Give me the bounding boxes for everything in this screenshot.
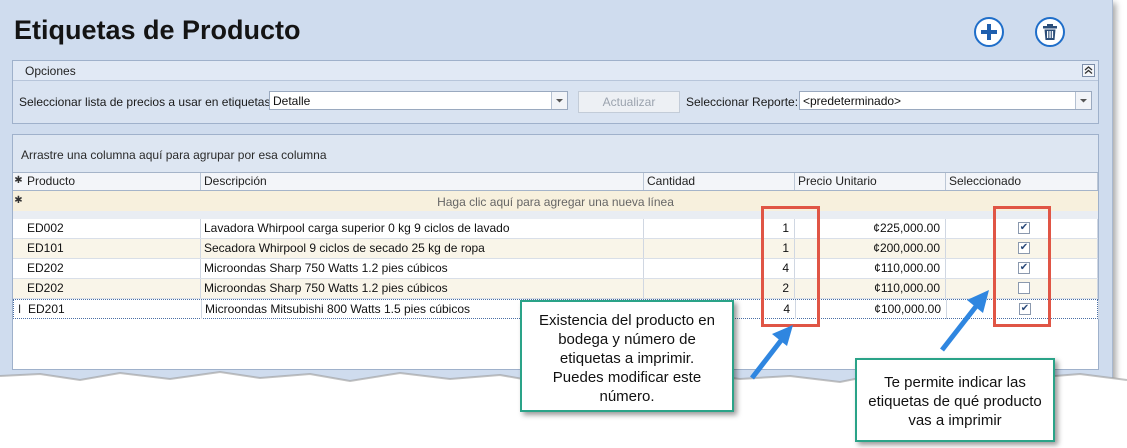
quantity-arrowhead [772,325,793,346]
callout-line: etiquetas a imprimir. [559,350,695,367]
callout-line: etiquetas de qué producto [868,393,1042,410]
callout-line: Existencia del producto en [539,312,715,329]
callout-line: Te permite indicar las [884,374,1026,391]
quantity-callout: Existencia del producto en bodega y núme… [520,300,734,412]
selected-arrowhead [967,290,989,313]
callout-line: Puedes modificar este [552,369,702,386]
callout-line: vas a imprimir [908,412,1002,429]
selected-arrow [940,298,983,352]
selected-callout: Te permite indicar las etiquetas de qué … [855,358,1055,442]
callout-line: número. [599,388,655,405]
callout-line: bodega y número de [558,331,696,348]
